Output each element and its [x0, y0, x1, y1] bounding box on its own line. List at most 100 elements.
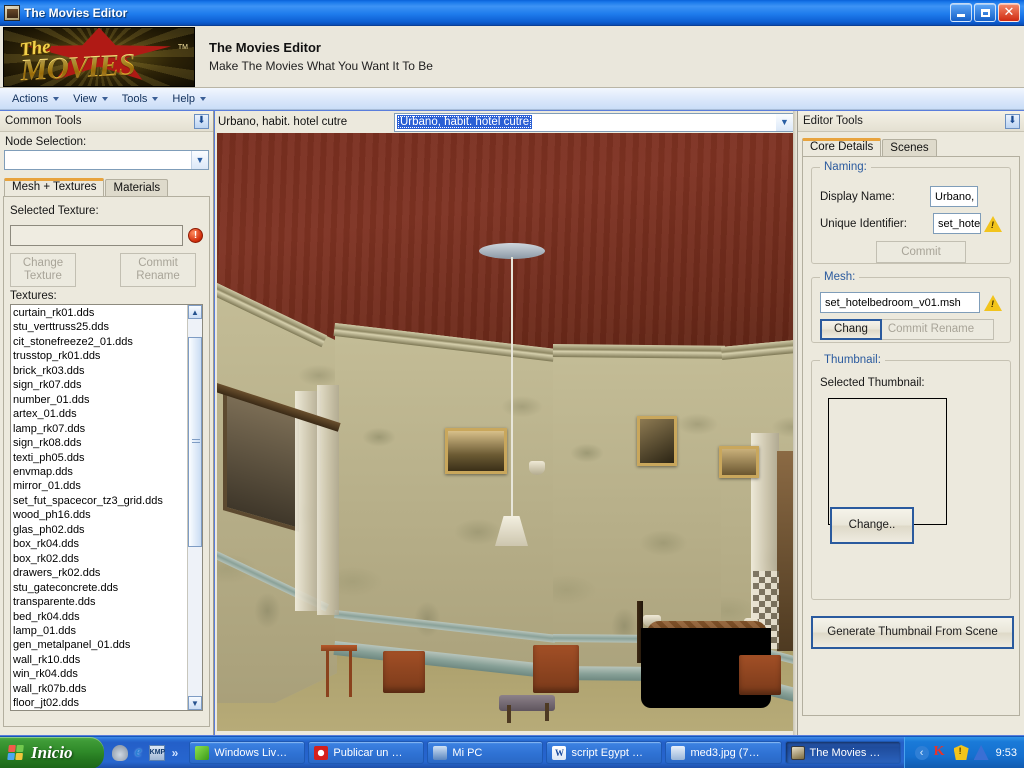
naming-group: Naming: Display Name: Urbano, Unique Ide… — [811, 161, 1011, 264]
texture-list-item[interactable]: number_01.dds — [13, 393, 202, 407]
3d-scene-viewport[interactable] — [217, 133, 795, 731]
texture-list-item[interactable]: texti_ph05.dds — [13, 451, 202, 465]
taskbar-task[interactable]: Mi PC — [427, 741, 544, 764]
mesh-filename-input[interactable]: set_hotelbedroom_v01.msh — [820, 292, 980, 313]
mesh-group: Mesh: set_hotelbedroom_v01.msh Chang Com… — [811, 271, 1011, 343]
texture-list-item[interactable]: curtain_rk01.dds — [13, 306, 202, 320]
chevron-down-icon[interactable]: ▼ — [191, 151, 208, 169]
commit-rename-texture-button[interactable]: Commit Rename — [120, 253, 196, 287]
textures-list: curtain_rk01.dds stu_verttruss25.dds cit_s… — [11, 305, 202, 710]
security-alert-icon[interactable] — [953, 745, 969, 760]
error-icon: ! — [188, 228, 203, 243]
texture-list-item[interactable]: brick_rk03.dds — [13, 364, 202, 378]
display-name-input[interactable]: Urbano, — [930, 186, 978, 207]
textures-scrollbar[interactable]: ▲ ▼ — [187, 305, 202, 710]
texture-list-item[interactable]: box_rk04.dds — [13, 537, 202, 551]
core-details-pane: Naming: Display Name: Urbano, Unique Ide… — [802, 156, 1020, 716]
minimize-button[interactable] — [950, 3, 972, 22]
show-desktop-icon[interactable] — [112, 744, 128, 761]
texture-list-item[interactable]: wood_ph16.dds — [13, 508, 202, 522]
tab-scenes[interactable]: Scenes — [882, 139, 937, 157]
thumbnail-preview[interactable] — [828, 398, 947, 525]
texture-list-item[interactable]: lamp_rk07.dds — [13, 422, 202, 436]
kaspersky-icon[interactable]: K — [934, 745, 949, 760]
menu-actions[interactable]: Actions — [6, 91, 67, 107]
texture-list-item[interactable]: stu_gateconcrete.dds — [13, 581, 202, 595]
commit-rename-mesh-button[interactable]: Commit Rename — [868, 319, 994, 340]
system-tray: ‹ K 9:53 — [903, 736, 1024, 768]
internet-explorer-icon[interactable]: e — [135, 745, 142, 760]
tab-materials[interactable]: Materials — [105, 179, 169, 197]
node-selection-combo[interactable]: ▼ — [4, 150, 209, 170]
texture-list-item[interactable]: sign_rk08.dds — [13, 436, 202, 450]
maximize-button[interactable] — [974, 3, 996, 22]
selected-texture-input[interactable] — [10, 225, 183, 246]
texture-list-item[interactable]: wall_rk10.dds — [13, 653, 202, 667]
menu-help[interactable]: Help — [166, 91, 214, 107]
texture-list-item[interactable]: box_rk02.dds — [13, 552, 202, 566]
app-banner: The MOVIES TM The Movies Editor Make The… — [0, 26, 1024, 88]
tab-mesh-textures[interactable]: Mesh + Textures — [4, 178, 105, 196]
texture-list-item[interactable]: bed_rk04.dds — [13, 610, 202, 624]
texture-list-item[interactable]: glas_ph02.dds — [13, 523, 202, 537]
scroll-down-icon[interactable]: ▼ — [188, 696, 202, 710]
texture-list-item[interactable]: trusstop_rk01.dds — [13, 349, 202, 363]
texture-list-item[interactable]: envmap.dds — [13, 465, 202, 479]
scene-cornice-back — [552, 344, 725, 359]
tab-mesh-textures-label: Mesh + Textures — [12, 181, 97, 193]
taskbar-task[interactable]: Wscript Egypt … — [546, 741, 663, 764]
commit-button[interactable]: Commit — [876, 241, 966, 263]
taskbar-task[interactable]: Windows Liv… — [189, 741, 306, 764]
viewport-panel: Urbano, habit. hotel cutre Urbano, habit… — [215, 111, 797, 735]
taskbar: Inicio e KMP » Windows Liv… Publicar un …… — [0, 736, 1024, 768]
textures-listbox[interactable]: curtain_rk01.dds stu_verttruss25.dds cit_s… — [10, 304, 203, 711]
unique-identifier-input[interactable]: set_hote — [933, 213, 981, 234]
scroll-up-icon[interactable]: ▲ — [188, 305, 202, 319]
scrollbar-track[interactable] — [188, 319, 202, 696]
taskbar-task[interactable]: med3.jpg (7… — [665, 741, 782, 764]
warning-triangle-icon — [984, 215, 1002, 232]
chevron-down-icon[interactable]: ▼ — [776, 113, 793, 131]
texture-list-item[interactable]: gen_metalpanel_01.dds — [13, 638, 202, 652]
change-texture-button[interactable]: Change Texture — [10, 253, 76, 287]
texture-list-item[interactable]: floor_jt02.dds — [13, 696, 202, 710]
pin-down-icon[interactable]: ⬇ — [194, 113, 209, 129]
texture-list-item[interactable]: cit_stonefreeze2_01.dds — [13, 335, 202, 349]
generate-thumbnail-button[interactable]: Generate Thumbnail From Scene — [811, 616, 1014, 649]
change-thumbnail-button[interactable]: Change.. — [830, 507, 914, 544]
close-button[interactable]: ✕ — [998, 3, 1020, 22]
menu-view[interactable]: View — [67, 91, 116, 107]
network-warning-icon[interactable] — [973, 745, 989, 760]
texture-list-item[interactable]: mirror_01.dds — [13, 479, 202, 493]
chevron-down-icon — [200, 96, 207, 101]
pin-down-icon[interactable]: ⬇ — [1005, 113, 1020, 129]
texture-list-item[interactable]: win_rk04.dds — [13, 667, 202, 681]
more-icon[interactable]: » — [172, 746, 179, 760]
commit-label: Commit — [901, 245, 941, 258]
scene-wall-sconce-1 — [529, 461, 545, 475]
clock[interactable]: 9:53 — [996, 747, 1017, 759]
editor-tools-header: Editor Tools ⬇ — [798, 111, 1024, 132]
scene-select-combo[interactable]: Urbano, habit. hotel cutre ▼ — [394, 112, 794, 132]
tray-expand-icon[interactable]: ‹ — [914, 745, 929, 760]
taskbar-task[interactable]: The Movies … — [784, 741, 901, 764]
texture-list-item[interactable]: stu_verttruss25.dds — [13, 320, 202, 334]
scene-nightstand-right — [533, 645, 579, 693]
texture-list-item[interactable]: lamp_01.dds — [13, 624, 202, 638]
texture-list-item[interactable]: set_fut_spacecor_tz3_grid.dds — [13, 494, 202, 508]
change-mesh-button[interactable]: Chang — [820, 319, 882, 340]
texture-list-item[interactable]: transparente.dds — [13, 595, 202, 609]
scene-picture-right-2 — [719, 446, 759, 478]
scene-nightstand-far-right — [739, 655, 781, 695]
scrollbar-thumb[interactable] — [188, 337, 202, 547]
texture-list-item[interactable]: sign_rk07.dds — [13, 378, 202, 392]
texture-list-item[interactable]: artex_01.dds — [13, 407, 202, 421]
texture-list-item[interactable]: wall_rk07b.dds — [13, 682, 202, 696]
taskbar-task[interactable]: Publicar un … — [308, 741, 425, 764]
scene-side-table-legs — [323, 651, 355, 697]
texture-list-item[interactable]: drawers_rk02.dds — [13, 566, 202, 580]
menu-tools[interactable]: Tools — [116, 91, 167, 107]
tab-core-details[interactable]: Core Details — [802, 138, 882, 156]
kmplayer-icon[interactable]: KMP — [148, 744, 165, 761]
start-button[interactable]: Inicio — [0, 736, 104, 768]
